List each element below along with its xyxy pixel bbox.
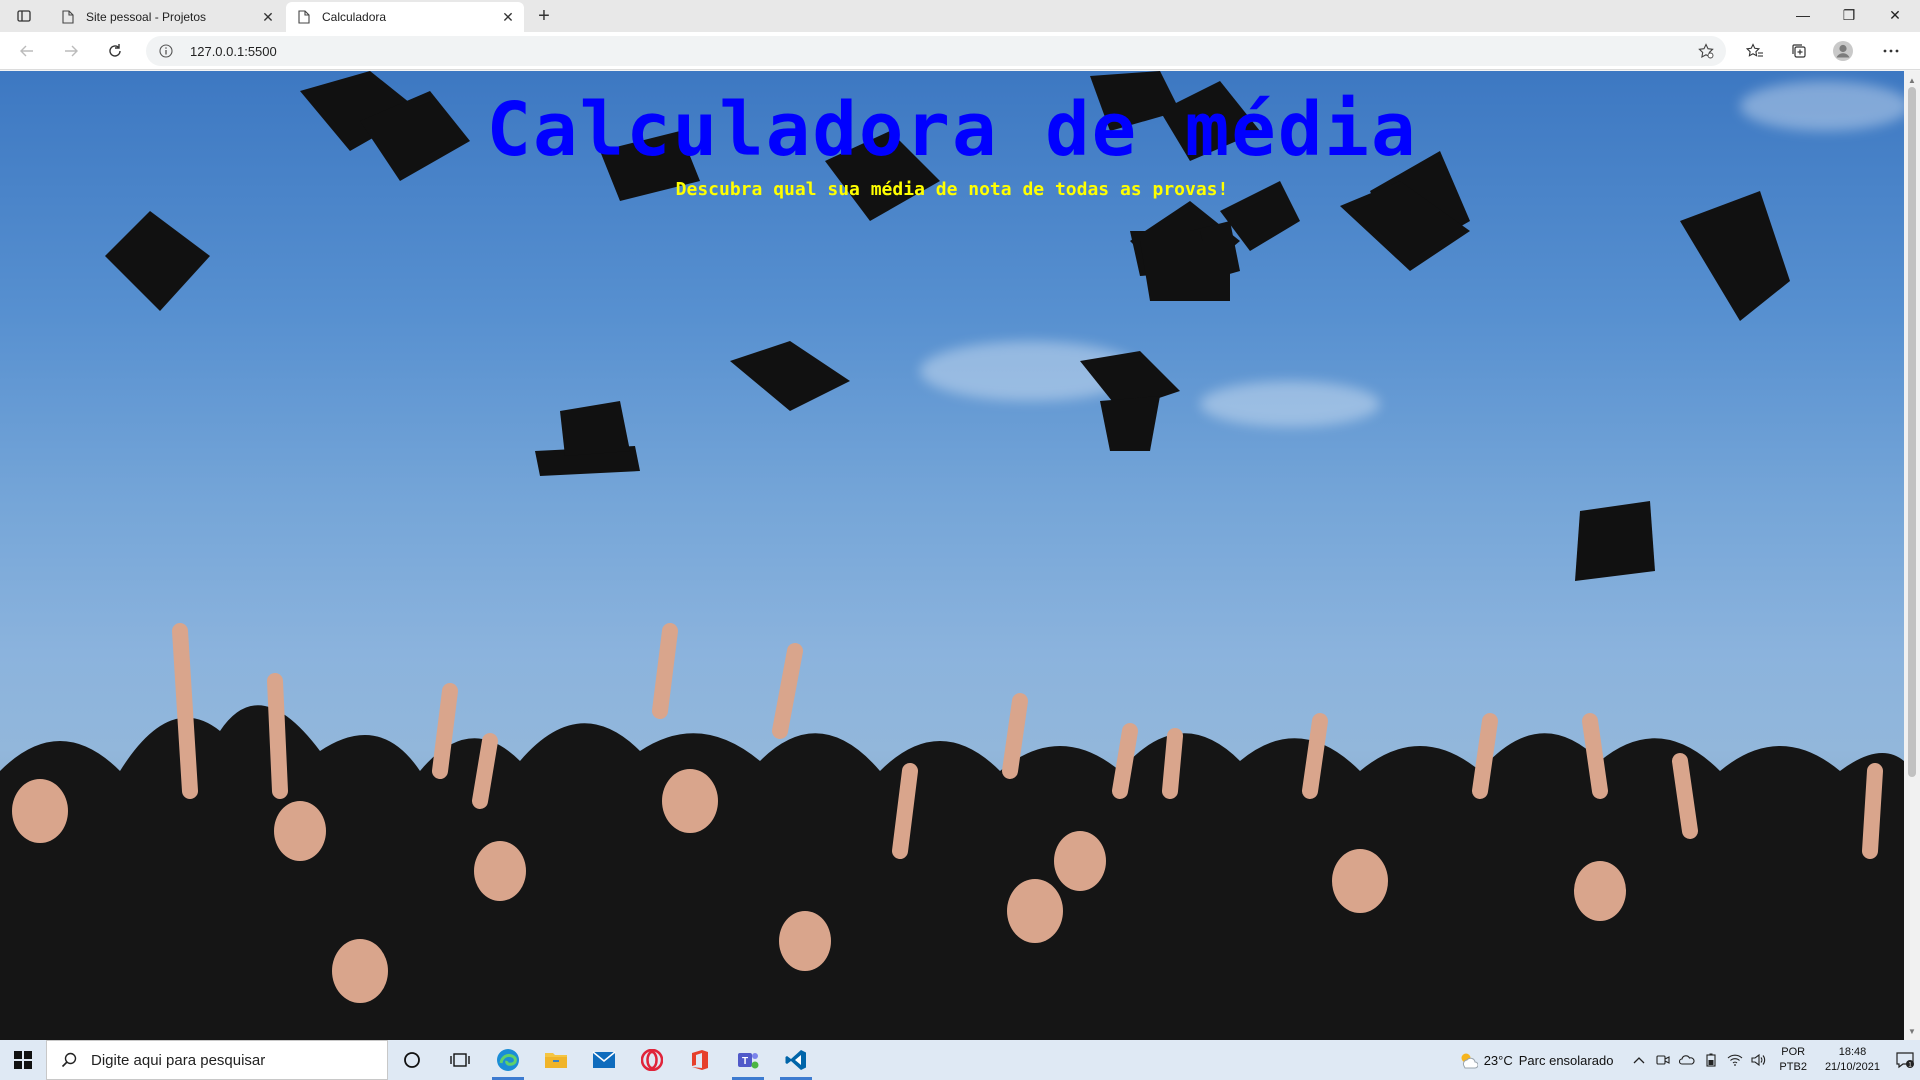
new-tab-button[interactable]: + <box>530 4 558 28</box>
collections-icon <box>1792 44 1806 58</box>
taskbar-clock[interactable]: 18:48 21/10/2021 <box>1825 1045 1880 1075</box>
keyboard-layout: PTB2 <box>1779 1061 1807 1073</box>
office-icon <box>692 1050 708 1070</box>
partly-sunny-icon <box>1461 1053 1478 1069</box>
tab-title: Calculadora <box>322 10 387 24</box>
page-icon <box>296 9 312 25</box>
restore-button[interactable]: ❐ <box>1826 0 1872 30</box>
favorites-icon <box>1746 43 1763 57</box>
windows-logo-icon <box>14 1051 32 1069</box>
windows-taskbar: Digite aqui para pesquisar T 23°C Parc e… <box>0 1040 1920 1080</box>
refresh-button[interactable] <box>100 37 130 65</box>
weather-temperature: 23°C <box>1483 1052 1513 1068</box>
clock-date: 21/10/2021 <box>1824 1061 1880 1073</box>
weather-description: Parc ensolarado <box>1518 1052 1614 1068</box>
language-code: POR <box>1781 1046 1806 1058</box>
close-window-button[interactable]: ✕ <box>1872 0 1918 30</box>
meet-now-icon[interactable] <box>1651 1054 1675 1066</box>
clock-time: 18:48 <box>1838 1046 1867 1058</box>
file-explorer-icon <box>545 1053 567 1068</box>
vscode-button[interactable] <box>772 1040 820 1080</box>
tab-calculadora[interactable]: Calculadora ✕ <box>286 2 524 32</box>
favorites-button[interactable] <box>1740 37 1770 65</box>
cortana-button[interactable] <box>388 1040 436 1080</box>
battery-icon[interactable] <box>1699 1053 1723 1067</box>
browser-tab-strip: Site pessoal - Projetos ✕ Calculadora ✕ … <box>0 0 1920 32</box>
forward-arrow-icon <box>65 45 78 57</box>
page-title: Calculadora de média <box>486 87 1418 173</box>
teams-button[interactable]: T <box>724 1040 772 1080</box>
onedrive-icon[interactable] <box>1675 1055 1699 1065</box>
browser-toolbar: 127.0.0.1:5500 <box>0 32 1920 70</box>
weather-widget[interactable]: 23°C Parc ensolarado <box>1458 1051 1614 1069</box>
collections-button[interactable] <box>1784 37 1814 65</box>
scroll-down-arrow-icon[interactable]: ▼ <box>1904 1024 1920 1038</box>
start-button[interactable] <box>0 1040 46 1080</box>
opera-icon <box>641 1049 663 1071</box>
back-arrow-icon <box>20 45 33 57</box>
graduation-caps-image <box>0 71 1904 1040</box>
tab-actions-icon[interactable] <box>10 4 38 28</box>
address-bar[interactable]: 127.0.0.1:5500 <box>146 36 1726 66</box>
page-icon <box>60 9 76 25</box>
refresh-icon <box>109 44 121 57</box>
page-viewport: Calculadora de média Descubra qual sua m… <box>0 71 1904 1040</box>
cortana-icon <box>404 1052 420 1068</box>
settings-menu-button[interactable] <box>1876 37 1906 65</box>
mail-icon <box>592 1051 616 1068</box>
opera-button[interactable] <box>628 1040 676 1080</box>
teams-icon: T <box>738 1053 759 1069</box>
page-header: Calculadora de média Descubra qual sua m… <box>0 85 1904 200</box>
search-icon <box>59 1052 79 1068</box>
notification-center-icon[interactable]: 1 <box>1890 1051 1920 1069</box>
vscode-icon <box>785 1050 806 1070</box>
close-tab-icon[interactable]: ✕ <box>496 5 520 29</box>
more-dots-icon <box>1883 49 1899 53</box>
scrollbar-thumb[interactable] <box>1908 87 1916 777</box>
edge-taskbar-button[interactable] <box>484 1040 532 1080</box>
tab-site-pessoal[interactable]: Site pessoal - Projetos ✕ <box>50 2 284 32</box>
add-favorite-icon[interactable] <box>1696 41 1716 61</box>
url-text: 127.0.0.1:5500 <box>190 43 277 59</box>
volume-icon[interactable] <box>1747 1054 1771 1066</box>
forward-button[interactable] <box>56 37 86 65</box>
back-button[interactable] <box>12 37 42 65</box>
scroll-up-arrow-icon[interactable]: ▲ <box>1904 73 1920 87</box>
task-view-icon <box>450 1053 470 1067</box>
close-tab-icon[interactable]: ✕ <box>256 5 280 29</box>
input-language-indicator[interactable]: POR PTB2 <box>1779 1045 1807 1075</box>
avatar-icon <box>1833 41 1853 61</box>
site-info-icon[interactable] <box>156 41 176 61</box>
profile-button[interactable] <box>1828 37 1858 65</box>
show-hidden-icons-chevron-icon[interactable] <box>1627 1056 1651 1064</box>
search-placeholder: Digite aqui para pesquisar <box>91 1051 266 1069</box>
minimize-button[interactable]: — <box>1780 0 1826 30</box>
office-button[interactable] <box>676 1040 724 1080</box>
wifi-icon[interactable] <box>1723 1054 1747 1066</box>
tab-title: Site pessoal - Projetos <box>86 10 207 24</box>
file-explorer-button[interactable] <box>532 1040 580 1080</box>
task-view-button[interactable] <box>436 1040 484 1080</box>
taskbar-search-box[interactable]: Digite aqui para pesquisar <box>46 1040 388 1080</box>
mail-button[interactable] <box>580 1040 628 1080</box>
system-tray: 23°C Parc ensolarado POR PTB2 18:48 21/1… <box>1458 1040 1920 1080</box>
edge-icon <box>497 1049 519 1071</box>
page-subtitle: Descubra qual sua média de nota de todas… <box>675 179 1229 200</box>
page-scrollbar[interactable]: ▲ ▼ <box>1904 71 1920 1040</box>
svg-text:T: T <box>742 1056 748 1067</box>
